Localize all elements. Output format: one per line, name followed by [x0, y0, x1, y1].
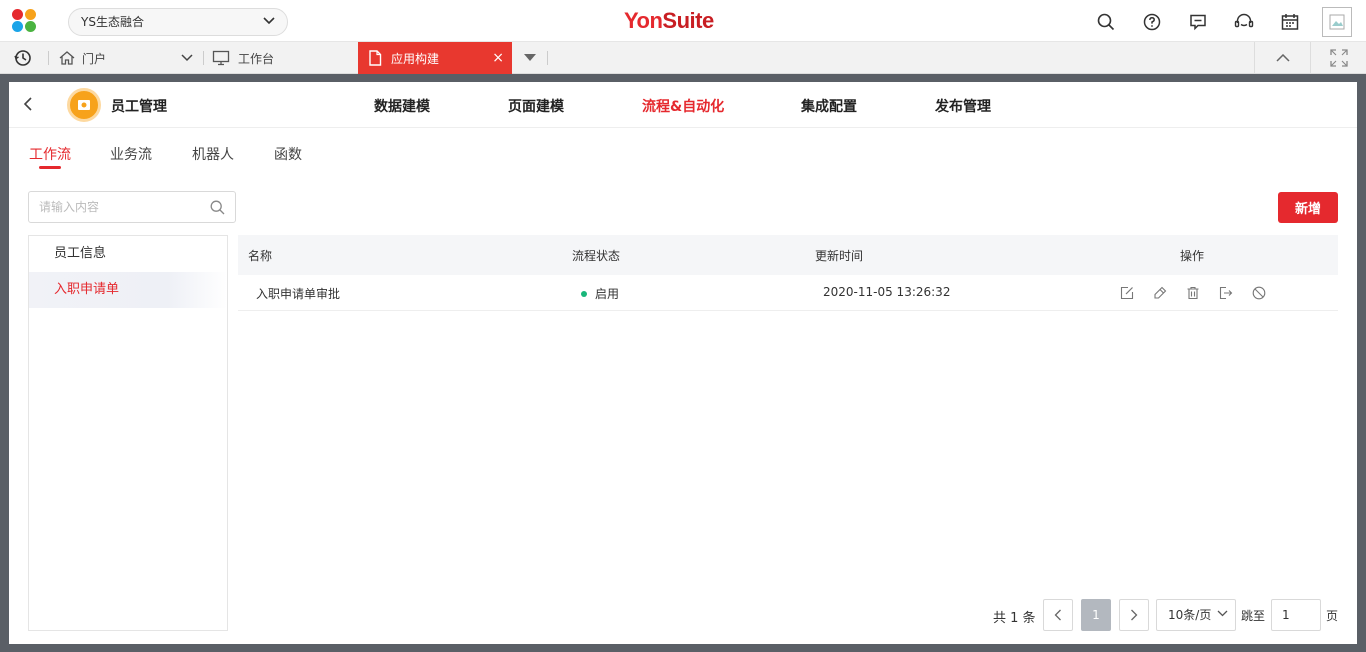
help-icon[interactable]	[1138, 8, 1166, 36]
row-name[interactable]: 入职申请单审批	[256, 285, 340, 302]
fullscreen-icon[interactable]	[1310, 42, 1366, 74]
tenant-name: YS生态融合	[81, 15, 144, 29]
tab-function[interactable]: 函数	[274, 144, 302, 164]
jump-page-input[interactable]	[1271, 599, 1321, 631]
search-input[interactable]	[29, 192, 205, 222]
main-panel: 员工管理 数据建模 页面建模 流程&自动化 集成配置 发布管理 工作流 业务流 …	[9, 82, 1357, 644]
page-size-select[interactable]: 10条/页	[1156, 599, 1236, 631]
calendar-icon[interactable]	[1276, 8, 1304, 36]
chevron-down-icon	[263, 17, 275, 25]
app-icon	[67, 88, 101, 122]
tenant-selector[interactable]: YS生态融合	[68, 8, 288, 36]
message-icon[interactable]	[1184, 8, 1212, 36]
column-header-name: 名称	[248, 249, 273, 263]
tree-item-employee-info[interactable]: 员工信息	[29, 236, 227, 272]
category-tree: 员工信息 入职申请单	[28, 235, 228, 631]
nav-process-automation[interactable]: 流程&自动化	[642, 96, 724, 116]
monitor-icon	[212, 50, 230, 66]
page-unit-label: 页	[1326, 609, 1339, 623]
column-header-actions: 操作	[1180, 249, 1205, 263]
back-icon[interactable]	[23, 97, 33, 115]
tab-workflow[interactable]: 工作流	[29, 144, 71, 164]
search-box	[28, 191, 236, 223]
status-dot	[581, 290, 587, 297]
jump-label: 跳至	[1241, 609, 1266, 623]
brand-logo: YonSuite	[624, 8, 714, 33]
tab-robot[interactable]: 机器人	[192, 144, 234, 164]
edit-icon[interactable]	[1118, 284, 1136, 302]
app-name: 员工管理	[111, 99, 167, 115]
total-count: 共 1 条	[993, 611, 1036, 626]
home-icon	[59, 51, 75, 65]
collapse-up-icon[interactable]	[1254, 42, 1310, 74]
delete-icon[interactable]	[1184, 284, 1202, 302]
row-status: 启用	[581, 285, 619, 302]
status-label: 启用	[595, 287, 620, 301]
tab-dropdown-icon[interactable]	[524, 42, 536, 74]
chevron-down-icon	[1217, 610, 1228, 617]
search-icon[interactable]	[1092, 8, 1120, 36]
nav-integration[interactable]: 集成配置	[801, 96, 857, 116]
disable-icon[interactable]	[1250, 284, 1268, 302]
current-page[interactable]: 1	[1081, 599, 1111, 631]
export-icon[interactable]	[1217, 284, 1235, 302]
nav-page-modeling[interactable]: 页面建模	[508, 96, 564, 116]
search-icon[interactable]	[210, 200, 225, 215]
tab-workbench[interactable]: 工作台	[212, 42, 274, 74]
chevron-down-icon[interactable]	[181, 42, 193, 74]
tab-bar: 门户 工作台 应用构建 ×	[0, 42, 1366, 74]
column-header-status: 流程状态	[572, 249, 621, 263]
column-header-updated: 更新时间	[815, 249, 864, 263]
app-logo[interactable]	[12, 9, 38, 33]
design-icon[interactable]	[1151, 284, 1169, 302]
tab-business-flow[interactable]: 业务流	[110, 144, 152, 164]
tab-label: 应用构建	[391, 51, 440, 66]
tree-item-onboarding-form[interactable]: 入职申请单	[29, 272, 227, 308]
tab-app-builder[interactable]: 应用构建 ×	[358, 42, 512, 74]
tab-label: 门户	[82, 51, 107, 66]
row-actions	[1118, 284, 1283, 302]
table-row[interactable]: 入职申请单审批 启用 2020-11-05 13:26:32	[238, 275, 1338, 311]
add-button[interactable]: 新增	[1278, 192, 1338, 223]
nav-data-modeling[interactable]: 数据建模	[374, 96, 430, 116]
app-header: 员工管理 数据建模 页面建模 流程&自动化 集成配置 发布管理	[9, 82, 1357, 128]
active-tab-indicator	[39, 166, 61, 169]
close-icon[interactable]: ×	[492, 50, 504, 66]
nav-publish[interactable]: 发布管理	[935, 96, 991, 116]
document-icon	[369, 50, 382, 66]
row-updated-time: 2020-11-05 13:26:32	[823, 285, 951, 299]
customer-service-icon[interactable]	[1230, 8, 1258, 36]
user-avatar[interactable]	[1322, 7, 1352, 37]
page-size-value: 10条/页	[1168, 608, 1212, 622]
tab-label: 工作台	[238, 51, 275, 66]
prev-page-button[interactable]	[1043, 599, 1073, 631]
table-header: 名称 流程状态 更新时间 操作	[238, 235, 1338, 275]
top-bar: YS生态融合 YonSuite	[0, 0, 1366, 42]
history-icon[interactable]	[14, 42, 38, 74]
tab-portal[interactable]: 门户	[58, 42, 106, 74]
next-page-button[interactable]	[1119, 599, 1149, 631]
